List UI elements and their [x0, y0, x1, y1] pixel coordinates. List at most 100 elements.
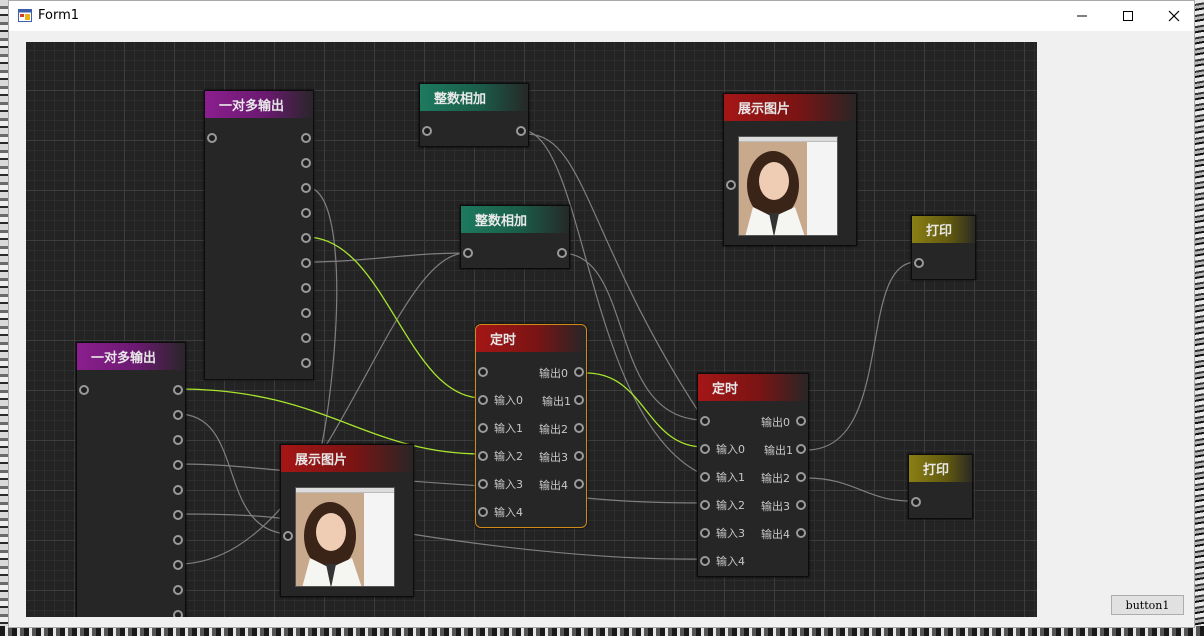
input-port[interactable] — [478, 479, 488, 489]
output-port[interactable] — [301, 258, 311, 268]
button1[interactable]: button1 — [1111, 595, 1184, 615]
output-port[interactable] — [796, 444, 806, 454]
output-port[interactable] — [301, 333, 311, 343]
input-port[interactable] — [79, 385, 89, 395]
node-int-add-b[interactable]: 整数相加 — [460, 205, 571, 269]
desktop-background-left — [0, 0, 8, 636]
input-port[interactable] — [914, 258, 924, 268]
output-port[interactable] — [557, 248, 567, 258]
input-port[interactable] — [463, 248, 473, 258]
output-label: 输出4 — [539, 479, 568, 492]
connection-wire — [585, 497, 705, 504]
output-port[interactable] — [574, 451, 584, 461]
output-port[interactable] — [301, 158, 311, 168]
input-port[interactable] — [478, 507, 488, 517]
title-bar[interactable]: Form1 — [9, 1, 1194, 31]
node-editor-canvas[interactable]: 一对多输出 一对多输出 整数相加 整数相加 展示图片 展示图片 定时 输入0 输… — [26, 42, 1037, 617]
output-port[interactable] — [796, 416, 806, 426]
output-label: 输出0 — [761, 416, 790, 429]
input-label: 输入3 — [716, 527, 745, 540]
output-port[interactable] — [173, 510, 183, 520]
output-port[interactable] — [173, 535, 183, 545]
node-print-b[interactable]: 打印 — [908, 454, 974, 519]
input-port[interactable] — [700, 556, 710, 566]
input-port[interactable] — [478, 423, 488, 433]
output-port[interactable] — [796, 500, 806, 510]
input-port[interactable] — [700, 472, 710, 482]
node-one-to-many-b[interactable]: 一对多输出 — [76, 342, 187, 617]
output-port[interactable] — [301, 233, 311, 243]
minimize-icon — [1077, 15, 1087, 17]
output-label: 输出1 — [542, 395, 571, 408]
node-title: 整数相加 — [461, 206, 571, 233]
output-port[interactable] — [173, 410, 183, 420]
input-port[interactable] — [700, 416, 710, 426]
output-port[interactable] — [173, 585, 183, 595]
node-timer-b[interactable]: 定时 输入0 输入1 输入2 输入3 输入4 输出0 输出1 输出2 输出3 输… — [697, 373, 810, 577]
connection-wire — [805, 477, 915, 502]
output-label: 输出2 — [761, 472, 790, 485]
minimize-button[interactable] — [1059, 1, 1105, 31]
output-port[interactable] — [301, 183, 311, 193]
close-icon — [1168, 10, 1180, 22]
input-port[interactable] — [700, 444, 710, 454]
output-label: 输出2 — [539, 423, 568, 436]
node-show-image-b[interactable]: 展示图片 — [280, 444, 415, 597]
input-port[interactable] — [911, 497, 921, 507]
node-title: 定时 — [476, 325, 586, 352]
node-show-image-a[interactable]: 展示图片 — [723, 93, 858, 246]
node-one-to-many-a[interactable]: 一对多输出 — [204, 90, 315, 380]
output-port[interactable] — [796, 472, 806, 482]
connection-wire — [305, 252, 467, 263]
input-port[interactable] — [700, 500, 710, 510]
node-title: 定时 — [698, 374, 810, 401]
output-label: 输出1 — [764, 444, 793, 457]
output-port[interactable] — [301, 133, 311, 143]
output-port[interactable] — [301, 208, 311, 218]
input-label: 输入3 — [494, 478, 523, 491]
output-label: 输出0 — [539, 367, 568, 380]
input-port[interactable] — [478, 395, 488, 405]
connection-wire — [410, 533, 705, 560]
input-label: 输入0 — [494, 394, 523, 407]
input-port[interactable] — [283, 531, 293, 541]
node-print-a[interactable]: 打印 — [911, 215, 977, 280]
output-label: 输出3 — [761, 500, 790, 513]
output-label: 输出3 — [539, 451, 568, 464]
output-port[interactable] — [301, 358, 311, 368]
output-port[interactable] — [173, 460, 183, 470]
output-port[interactable] — [301, 308, 311, 318]
node-title: 打印 — [909, 455, 974, 482]
node-title: 一对多输出 — [77, 343, 187, 370]
preview-image — [295, 487, 395, 587]
output-port[interactable] — [574, 479, 584, 489]
close-button[interactable] — [1151, 1, 1197, 31]
output-port[interactable] — [173, 435, 183, 445]
output-port[interactable] — [173, 485, 183, 495]
node-int-add-a[interactable]: 整数相加 — [419, 83, 530, 147]
output-port[interactable] — [574, 423, 584, 433]
input-port[interactable] — [207, 133, 217, 143]
node-title: 展示图片 — [281, 445, 415, 472]
node-title: 一对多输出 — [205, 91, 315, 118]
input-port[interactable] — [700, 528, 710, 538]
output-port[interactable] — [301, 283, 311, 293]
input-port[interactable] — [422, 126, 432, 136]
maximize-button[interactable] — [1105, 1, 1151, 31]
input-port[interactable] — [726, 180, 736, 190]
input-port[interactable] — [478, 451, 488, 461]
output-port[interactable] — [574, 395, 584, 405]
maximize-icon — [1123, 11, 1133, 21]
input-label: 输入1 — [716, 471, 745, 484]
node-timer-a[interactable]: 定时 输入0 输入1 输入2 输入3 输入4 输出0 输出1 输出2 输出3 输… — [475, 324, 587, 528]
output-port[interactable] — [574, 367, 584, 377]
desktop-background-right — [1194, 0, 1204, 636]
output-port[interactable] — [173, 385, 183, 395]
output-port[interactable] — [173, 560, 183, 570]
output-port[interactable] — [173, 610, 183, 617]
input-port[interactable] — [478, 367, 488, 377]
input-label: 输入2 — [494, 450, 523, 463]
output-port[interactable] — [516, 126, 526, 136]
node-title: 打印 — [912, 216, 977, 243]
output-port[interactable] — [796, 528, 806, 538]
